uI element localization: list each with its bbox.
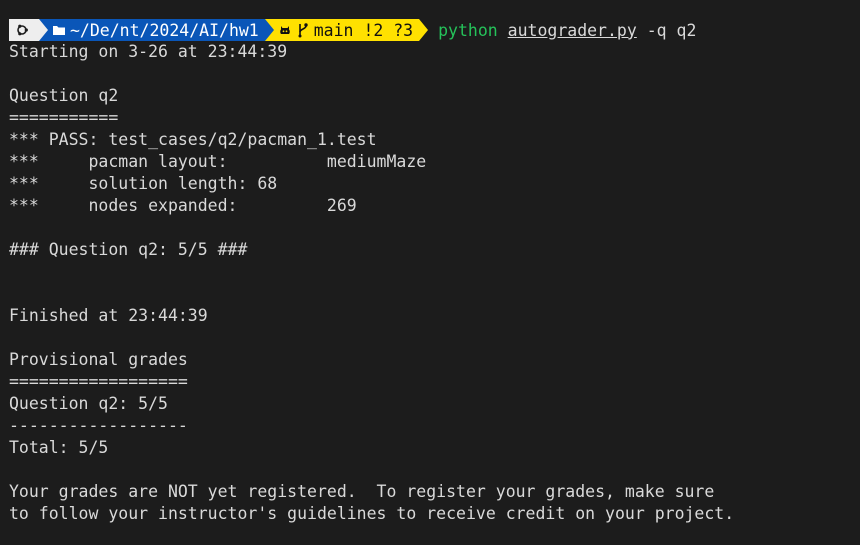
shell-prompt: ~/De/nt/2024/AI/hw1 main !2 ?3 python au… xyxy=(9,19,696,41)
output-line: Your grades are NOT yet registered. To r… xyxy=(9,482,715,501)
prompt-os-segment xyxy=(9,19,39,41)
output-line: to follow your instructor's guidelines t… xyxy=(9,504,735,523)
output-line: ### Question q2: 5/5 ### xyxy=(9,240,248,259)
github-icon xyxy=(278,23,292,37)
prompt-git-segment: main !2 ?3 xyxy=(273,19,420,41)
prompt-separator xyxy=(39,19,48,41)
output-line: Finished at 23:44:39 xyxy=(9,306,208,325)
output-line: Provisional grades xyxy=(9,350,188,369)
command-file: autograder.py xyxy=(507,20,637,40)
output-line: *** pacman layout: mediumMaze xyxy=(9,152,427,171)
prompt-separator xyxy=(264,19,274,41)
command-program: python xyxy=(438,20,498,40)
ubuntu-icon xyxy=(15,23,29,37)
prompt-directory-segment: ~/De/nt/2024/AI/hw1 xyxy=(48,19,265,41)
output-line: Starting on 3-26 at 23:44:39 xyxy=(9,42,288,61)
prompt-git-branch: main xyxy=(313,20,354,40)
terminal-output: Starting on 3-26 at 23:44:39 Question q2… xyxy=(9,41,860,525)
output-line: *** solution length: 68 xyxy=(9,174,278,193)
terminal-window[interactable]: ~/De/nt/2024/AI/hw1 main !2 ?3 python au… xyxy=(0,0,860,545)
output-line: Question q2: 5/5 xyxy=(9,394,168,413)
prompt-separator xyxy=(419,19,429,41)
prompt-directory: ~/De/nt/2024/AI/hw1 xyxy=(70,20,259,40)
command-line[interactable]: python autograder.py -q q2 xyxy=(438,21,696,40)
output-line: ================== xyxy=(9,372,188,391)
output-line: Question q2 xyxy=(9,86,119,105)
output-line: =========== xyxy=(9,108,119,127)
git-branch-icon xyxy=(296,23,310,38)
prompt-git-status: !2 ?3 xyxy=(363,20,414,40)
output-line: ------------------ xyxy=(9,416,188,435)
output-line: Total: 5/5 xyxy=(9,438,109,457)
command-args: -q q2 xyxy=(646,20,697,40)
output-line: *** nodes expanded: 269 xyxy=(9,196,357,215)
folder-icon xyxy=(52,23,66,37)
output-line: *** PASS: test_cases/q2/pacman_1.test xyxy=(9,130,377,149)
